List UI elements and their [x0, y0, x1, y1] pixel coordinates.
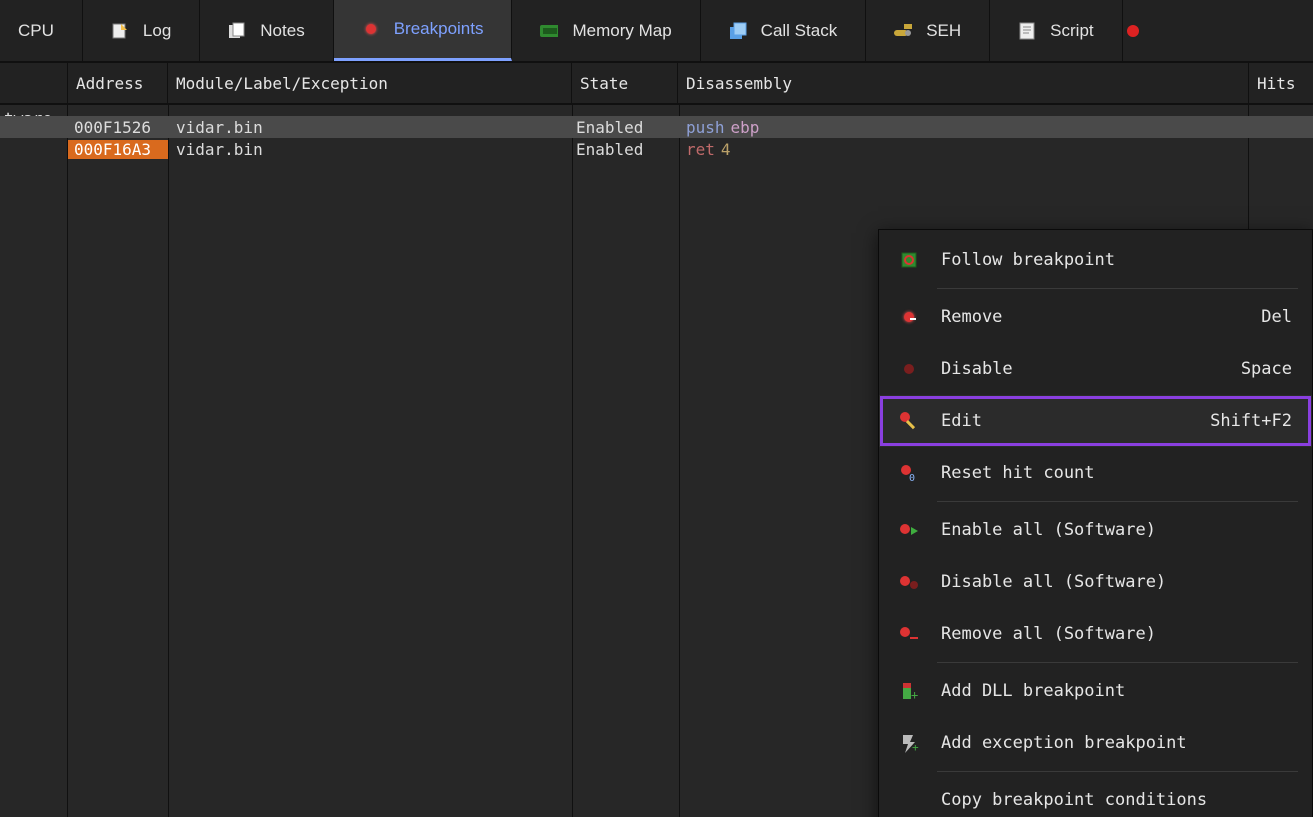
- main-tabbar: CPU Log Notes Breakpoints Memory Map Cal…: [0, 0, 1313, 63]
- col-module[interactable]: Module/Label/Exception: [168, 63, 572, 103]
- breakpoint-icon: [362, 20, 380, 38]
- ctx-shortcut: Shift+F2: [1210, 411, 1292, 431]
- tab-cpu[interactable]: CPU: [0, 0, 83, 61]
- col-disassembly[interactable]: Disassembly: [678, 63, 1249, 103]
- callstack-icon: [729, 22, 747, 40]
- tab-breakpoints-label: Breakpoints: [394, 19, 484, 39]
- tab-log-label: Log: [143, 21, 171, 41]
- ctx-enable-all[interactable]: Enable all (Software): [879, 504, 1312, 556]
- col-type[interactable]: [0, 63, 68, 103]
- col-address[interactable]: Address: [68, 63, 168, 103]
- blank-icon: [895, 788, 923, 812]
- remove-all-icon: [895, 622, 923, 646]
- tab-script-label: Script: [1050, 21, 1093, 41]
- breakpoint-remove-icon: [895, 305, 923, 329]
- ctx-remove[interactable]: Remove Del: [879, 291, 1312, 343]
- breakpoints-column-headers: Address Module/Label/Exception State Dis…: [0, 63, 1313, 105]
- col-hits[interactable]: Hits: [1249, 63, 1313, 103]
- svg-text:+: +: [912, 741, 919, 753]
- ctx-copy-conditions[interactable]: Copy breakpoint conditions: [879, 774, 1312, 817]
- ctx-reset-hit-count[interactable]: 0 Reset hit count: [879, 447, 1312, 499]
- tab-overflow-indicator[interactable]: [1123, 0, 1143, 61]
- breakpoint-disable-icon: [895, 357, 923, 381]
- dll-add-icon: +: [895, 679, 923, 703]
- script-icon: [1018, 22, 1036, 40]
- ctx-shortcut: Space: [1241, 359, 1292, 379]
- tab-memory-map-label: Memory Map: [572, 21, 671, 41]
- tab-script[interactable]: Script: [990, 0, 1122, 61]
- bp-address: 000F1526: [68, 118, 168, 137]
- tab-cpu-label: CPU: [18, 21, 54, 41]
- ctx-follow-breakpoint[interactable]: Follow breakpoint: [879, 234, 1312, 286]
- svg-text:0: 0: [909, 473, 915, 483]
- tab-call-stack[interactable]: Call Stack: [701, 0, 867, 61]
- bp-state: Enabled: [572, 118, 678, 137]
- seh-icon: [894, 22, 912, 40]
- svg-text:+: +: [911, 688, 918, 701]
- ctx-shortcut: Del: [1261, 307, 1292, 327]
- tab-seh-label: SEH: [926, 21, 961, 41]
- ctx-add-dll-breakpoint[interactable]: + Add DLL breakpoint: [879, 665, 1312, 717]
- ctx-disable-all[interactable]: Disable all (Software): [879, 556, 1312, 608]
- bp-disassembly: ret4: [678, 140, 1249, 159]
- bp-state: Enabled: [572, 140, 678, 159]
- exception-add-icon: +: [895, 731, 923, 755]
- bp-module: vidar.bin: [168, 140, 572, 159]
- breakpoint-row[interactable]: 000F1526 vidar.bin Enabled pushebp: [0, 116, 1313, 138]
- tab-breakpoints[interactable]: Breakpoints: [334, 0, 513, 61]
- breakpoint-context-menu: Follow breakpoint Remove Del Disable Spa…: [878, 229, 1313, 817]
- tab-call-stack-label: Call Stack: [761, 21, 838, 41]
- tab-log[interactable]: Log: [83, 0, 200, 61]
- bp-module: vidar.bin: [168, 118, 572, 137]
- ctx-remove-all[interactable]: Remove all (Software): [879, 608, 1312, 660]
- cpu-target-icon: [895, 248, 923, 272]
- ctx-disable[interactable]: Disable Space: [879, 343, 1312, 395]
- breakpoints-grid[interactable]: tware 000F1526 vidar.bin Enabled pushebp…: [0, 105, 1313, 817]
- tab-memory-map[interactable]: Memory Map: [512, 0, 700, 61]
- ctx-edit[interactable]: Edit Shift+F2: [879, 395, 1312, 447]
- reset-count-icon: 0: [895, 461, 923, 485]
- log-icon: [111, 22, 129, 40]
- tab-notes[interactable]: Notes: [200, 0, 333, 61]
- bp-disassembly: pushebp: [678, 118, 1249, 137]
- bp-address: 000F16A3: [68, 140, 168, 159]
- enable-all-icon: [895, 518, 923, 542]
- notes-icon: [228, 22, 246, 40]
- ctx-add-exception-breakpoint[interactable]: + Add exception breakpoint: [879, 717, 1312, 769]
- disable-all-icon: [895, 570, 923, 594]
- memory-icon: [540, 22, 558, 40]
- breakpoint-rows: 000F1526 vidar.bin Enabled pushebp 000F1…: [0, 116, 1313, 160]
- tab-seh[interactable]: SEH: [866, 0, 990, 61]
- col-state[interactable]: State: [572, 63, 678, 103]
- breakpoint-row[interactable]: 000F16A3 vidar.bin Enabled ret4: [0, 138, 1313, 160]
- breakpoint-edit-icon: [895, 409, 923, 433]
- tab-notes-label: Notes: [260, 21, 304, 41]
